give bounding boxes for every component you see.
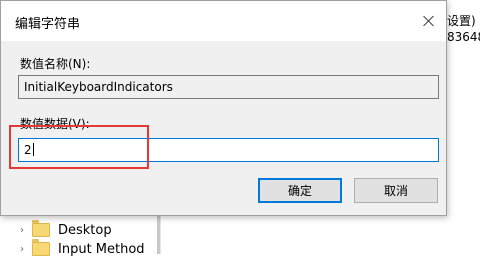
tree-item-desktop[interactable]: › Desktop: [16, 220, 112, 239]
tree-item-input-method[interactable]: › Input Method: [16, 239, 145, 258]
chevron-right-icon[interactable]: ›: [16, 244, 28, 255]
ok-button[interactable]: 确定: [258, 178, 342, 203]
cancel-button-label: 取消: [383, 184, 408, 198]
folder-icon: [32, 220, 50, 237]
tree-item-label: Desktop: [58, 222, 112, 238]
values-pane-text-fragment: 设置): [447, 14, 476, 28]
values-pane-text-fragment: 83648: [447, 30, 480, 44]
value-name-text: InitialKeyboardIndicators: [24, 80, 173, 94]
value-name-label: 数值名称(N):: [20, 57, 91, 71]
tree-item-label: Input Method: [58, 241, 145, 257]
highlight-annotation: [9, 125, 149, 169]
tree-scrollbar[interactable]: [157, 210, 160, 254]
edit-string-dialog: 编辑字符串 数值名称(N): InitialKeyboardIndicators…: [0, 0, 447, 216]
value-name-field: InitialKeyboardIndicators: [18, 75, 439, 99]
dialog-titlebar[interactable]: 编辑字符串: [1, 1, 446, 41]
chevron-right-icon[interactable]: ›: [16, 225, 28, 236]
close-button[interactable]: [412, 1, 446, 41]
ok-button-label: 确定: [287, 184, 312, 198]
close-icon: [423, 15, 435, 27]
dialog-title: 编辑字符串: [15, 17, 81, 32]
cancel-button[interactable]: 取消: [354, 178, 438, 203]
